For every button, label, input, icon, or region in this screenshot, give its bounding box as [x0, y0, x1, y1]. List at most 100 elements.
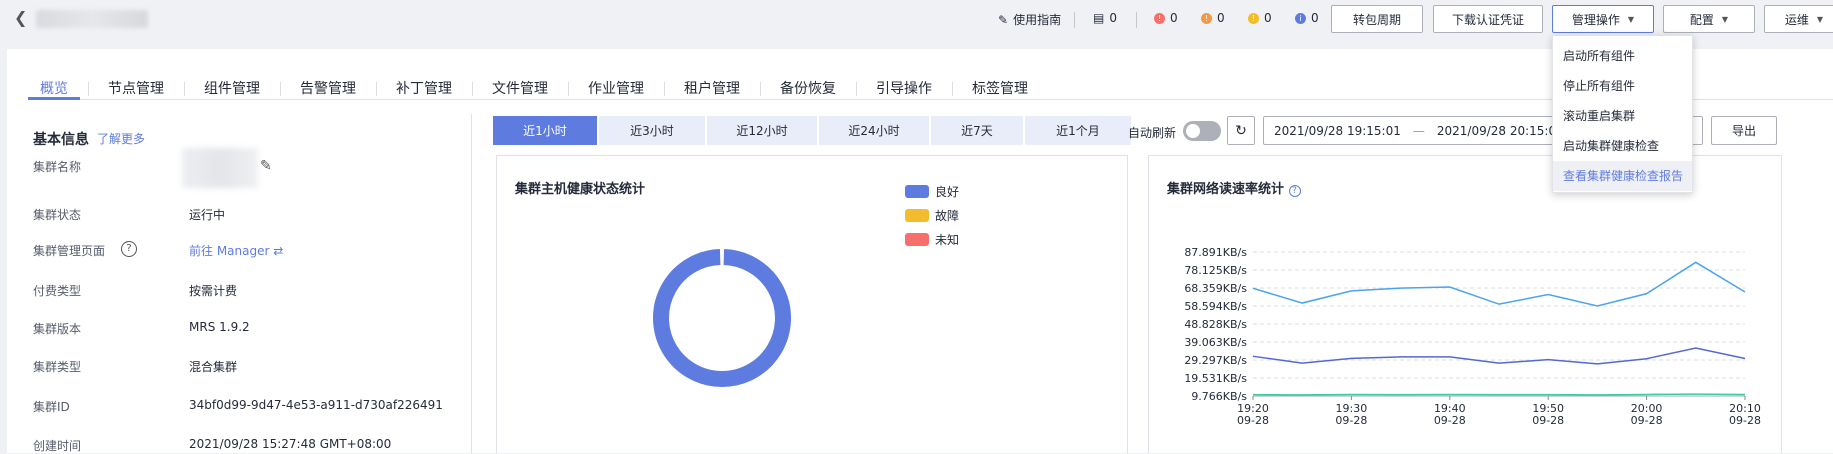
download-credential-label: 下载认证凭证 — [1451, 12, 1524, 27]
alarm-major[interactable]: ! 0 — [1201, 11, 1225, 25]
x-tick-label: 09-28 — [1631, 414, 1663, 427]
network-read-chart: 87.891KB/s 78.125KB/s 68.359KB/s 58.594KB/s… — [1184, 246, 1761, 427]
guide-link[interactable]: ✎ 使用指南 — [998, 11, 1061, 28]
divider — [1074, 12, 1075, 28]
cluster-name-blurred — [36, 10, 148, 28]
manager-link[interactable]: 前往 Manager ⇄ — [189, 242, 283, 259]
network-read-card: 集群网络读速率统计 ? 87.891KB/s 78.125KB/s 68.359KB… — [1148, 155, 1782, 453]
menu-item-2[interactable]: 滚动重启集群 — [1553, 101, 1692, 131]
back-arrow-icon[interactable]: ❮ — [14, 8, 27, 27]
manage-button[interactable]: 管理操作 ▼ — [1552, 5, 1654, 33]
x-tick-label: 09-28 — [1532, 414, 1564, 427]
refresh-button[interactable]: ↻ — [1227, 116, 1255, 145]
menu-item-3[interactable]: 启动集群健康检查 — [1553, 131, 1692, 161]
tab-active-indicator — [28, 97, 80, 100]
x-tick-label: 09-28 — [1729, 414, 1761, 427]
info-label: 集群类型 — [33, 360, 82, 374]
download-credential-button[interactable]: 下载认证凭证 — [1433, 5, 1543, 33]
auto-refresh-toggle[interactable] — [1183, 121, 1221, 141]
alarm-minor-count: 0 — [1264, 11, 1272, 25]
divider — [1136, 12, 1137, 28]
menu-item-0[interactable]: 启动所有组件 — [1553, 41, 1692, 71]
time-range-3[interactable]: 近24小时 — [819, 116, 929, 145]
legend-label: 故障 — [935, 209, 960, 223]
info-label: 付费类型 — [33, 284, 82, 298]
minor-icon: ! — [1248, 12, 1259, 24]
info-label: 集群名称 — [33, 160, 82, 174]
legend-swatch — [905, 233, 929, 246]
config-label: 配置 — [1689, 12, 1714, 27]
manage-label: 管理操作 — [1571, 12, 1620, 27]
legend-item-0[interactable]: 良好 — [905, 183, 959, 200]
alarm-major-count: 0 — [1217, 11, 1225, 25]
legend-label: 未知 — [935, 233, 960, 247]
alarm-warning-count: 0 — [1311, 11, 1319, 25]
alarm-minor[interactable]: ! 0 — [1248, 11, 1272, 25]
auto-refresh-label: 自动刷新 — [1128, 126, 1177, 140]
donut-slice-0 — [653, 249, 791, 387]
x-tick-label: 09-28 — [1335, 414, 1367, 427]
series-line-0 — [1252, 261, 1746, 307]
chevron-down-icon: ▼ — [1816, 14, 1824, 24]
export-button[interactable]: 导出 — [1711, 116, 1777, 145]
info-label: 集群状态 — [33, 208, 82, 222]
ops-label: 运维 — [1784, 12, 1809, 27]
info-icon: i — [1295, 12, 1306, 24]
legend-label: 良好 — [935, 185, 960, 199]
alarm-warning[interactable]: i 0 — [1295, 11, 1319, 25]
learn-more-link[interactable]: 了解更多 — [97, 130, 145, 147]
time-range-group: 近1小时 近3小时 近12小时 近24小时 近7天 近1个月 — [493, 116, 1133, 145]
host-health-donut — [653, 249, 791, 387]
info-label: 创建时间 — [33, 439, 82, 453]
major-icon: ! — [1201, 12, 1212, 24]
guide-label: 使用指南 — [1013, 13, 1062, 27]
renew-label: 转包周期 — [1352, 12, 1401, 27]
y-tick-label: 29.297KB/s — [1184, 354, 1247, 367]
time-range-2[interactable]: 近12小时 — [707, 116, 817, 145]
info-value: MRS 1.9.2 — [189, 320, 250, 334]
renew-button[interactable]: 转包周期 — [1331, 5, 1423, 33]
y-tick-label: 48.828KB/s — [1184, 318, 1247, 331]
y-tick-label: 78.125KB/s — [1184, 264, 1247, 277]
legend-item-1[interactable]: 故障 — [905, 207, 959, 224]
time-range-5[interactable]: 近1个月 — [1025, 116, 1131, 145]
help-icon[interactable]: ? — [121, 241, 137, 257]
time-range-1[interactable]: 近3小时 — [599, 116, 705, 145]
manage-dropdown-menu: 启动所有组件 停止所有组件 滚动重启集群 启动集群健康检查 查看集群健康检查报告 — [1552, 35, 1693, 193]
cluster-name-value-blurred — [182, 148, 258, 188]
info-label: 集群ID — [33, 400, 70, 414]
menu-item-1[interactable]: 停止所有组件 — [1553, 71, 1692, 101]
legend-item-2[interactable]: 未知 — [905, 231, 959, 248]
info-value: 运行中 — [189, 208, 226, 222]
time-range-4[interactable]: 近7天 — [931, 116, 1023, 145]
x-tick-label: 09-28 — [1237, 414, 1269, 427]
time-range-0[interactable]: 近1小时 — [493, 116, 597, 145]
alarm-critical-count: 0 — [1170, 11, 1178, 25]
info-value: 按需计费 — [189, 284, 238, 298]
date-start: 2021/09/28 19:15:01 — [1274, 123, 1401, 138]
date-end: 2021/09/28 20:15:01 — [1436, 123, 1564, 138]
info-divider — [471, 114, 472, 453]
legend-swatch — [905, 209, 929, 222]
list-icon: ▤ — [1093, 11, 1105, 25]
edit-icon[interactable]: ✎ — [260, 158, 272, 174]
alarm-critical[interactable]: ! 0 — [1154, 11, 1178, 25]
chevron-down-icon: ▼ — [1721, 14, 1729, 24]
y-tick-label: 68.359KB/s — [1184, 282, 1247, 295]
export-label: 导出 — [1731, 124, 1756, 138]
guide-icon: ✎ — [998, 12, 1009, 27]
chevron-down-icon: ▼ — [1627, 14, 1635, 24]
alarm-total[interactable]: ▤ 0 — [1093, 11, 1117, 25]
refresh-icon: ↻ — [1235, 122, 1247, 139]
host-health-card: 集群主机健康状态统计 良好 故障 未知 — [496, 155, 1128, 453]
critical-icon: ! — [1154, 12, 1165, 24]
ops-button[interactable]: 运维 ▼ — [1764, 5, 1833, 33]
y-tick-label: 39.063KB/s — [1184, 336, 1247, 349]
alarm-total-count: 0 — [1109, 11, 1117, 25]
info-value: 2021/09/28 15:27:48 GMT+08:00 — [189, 437, 392, 451]
y-tick-label: 19.531KB/s — [1184, 372, 1247, 385]
config-button[interactable]: 配置 ▼ — [1663, 5, 1755, 33]
top-bar: ❮ ✎ 使用指南 ▤ 0 ! 0 ! 0 ! 0 i 0 转包周期 下载认证凭证… — [0, 0, 1833, 40]
date-separator: — — [1412, 123, 1425, 138]
menu-item-4[interactable]: 查看集群健康检查报告 — [1553, 161, 1692, 191]
